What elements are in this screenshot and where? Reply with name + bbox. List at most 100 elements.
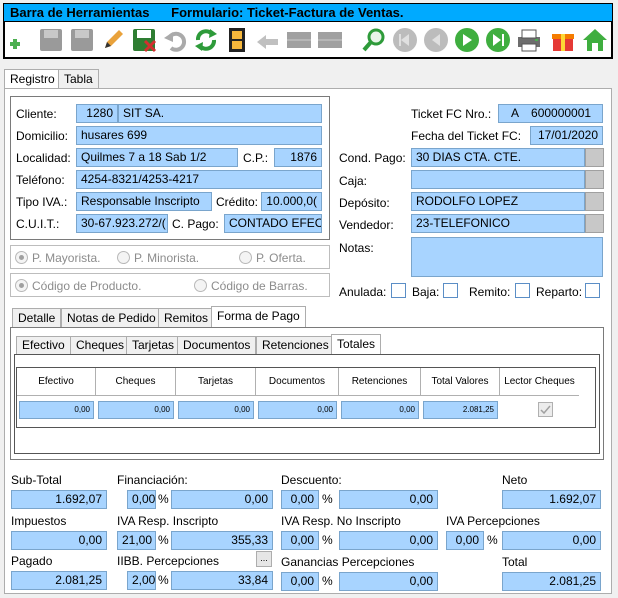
financiacion-pct-sign: %: [158, 492, 169, 506]
back-disabled-icon[interactable]: [253, 25, 283, 55]
lector-cheques-checkbox[interactable]: [538, 402, 553, 417]
tab-tarjetas[interactable]: Tarjetas: [126, 336, 181, 355]
radio-p-minorista[interactable]: [117, 251, 130, 264]
iibb-pct-field[interactable]: 2,00: [127, 571, 156, 590]
impuestos-field[interactable]: 0,00: [11, 531, 107, 550]
tab-cheques[interactable]: Cheques: [70, 336, 131, 355]
grid-header-cheques: Cheques: [96, 368, 176, 395]
p-minorista-label: P. Minorista.: [134, 251, 200, 265]
tab-efectivo[interactable]: Efectivo: [16, 336, 71, 355]
tipo-iva-field[interactable]: Responsable Inscripto: [76, 192, 212, 211]
tab-notas-pedido[interactable]: Notas de Pedido: [61, 308, 162, 328]
tab-remitos[interactable]: Remitos: [158, 308, 215, 328]
caja-lookup-button[interactable]: [585, 170, 604, 189]
cpago-field[interactable]: CONTADO EFEC: [224, 214, 322, 233]
grid-value-total-valores[interactable]: 2.081,25: [423, 401, 498, 419]
vendedor-label: Vendedor:: [339, 218, 394, 232]
deposito-field[interactable]: RODOLFO LOPEZ: [411, 192, 585, 211]
radio-p-mayorista[interactable]: [15, 251, 28, 264]
cp-field[interactable]: 1876: [274, 148, 322, 167]
grid-value-efectivo[interactable]: 0,00: [19, 401, 94, 419]
save-as-disabled-icon[interactable]: [67, 25, 97, 55]
search-icon[interactable]: [359, 25, 389, 55]
fecha-field[interactable]: 17/01/2020: [530, 126, 603, 145]
print-icon[interactable]: [514, 25, 544, 55]
cond-pago-lookup-button[interactable]: [585, 148, 604, 167]
radio-codigo-barras[interactable]: [194, 279, 207, 292]
iva-ri-field[interactable]: 355,33: [171, 531, 273, 550]
save-disabled-icon[interactable]: [36, 25, 66, 55]
radio-codigo-producto[interactable]: [15, 279, 28, 292]
subtotal-field[interactable]: 1.692,07: [11, 490, 107, 509]
refresh-icon[interactable]: [191, 25, 221, 55]
iva-perc-field[interactable]: 0,00: [502, 531, 601, 550]
tab-retenciones[interactable]: Retenciones: [256, 336, 335, 355]
descuento-pct-field[interactable]: 0,00: [281, 490, 319, 509]
vendedor-field[interactable]: 23-TELEFONICO: [411, 214, 585, 233]
iva-rni-pct-field[interactable]: 0,00: [281, 531, 319, 550]
subtotal-label: Sub-Total: [11, 473, 62, 487]
tab-documentos[interactable]: Documentos: [177, 336, 257, 355]
iva-rni-field[interactable]: 0,00: [339, 531, 438, 550]
film-icon[interactable]: [222, 25, 252, 55]
domicilio-field[interactable]: husares 699: [76, 126, 322, 145]
reparto-checkbox[interactable]: [585, 283, 600, 298]
financiacion-field[interactable]: 0,00: [171, 490, 273, 509]
save-exit-icon[interactable]: [129, 25, 159, 55]
tab-forma-pago[interactable]: Forma de Pago: [211, 306, 306, 328]
localidad-field[interactable]: Quilmes 7 a 18 Sab 1/2: [76, 148, 238, 167]
ganancias-pct-field[interactable]: 0,00: [281, 572, 319, 591]
cpago-label: C. Pago:: [172, 217, 219, 231]
home-icon[interactable]: [580, 25, 610, 55]
anulada-checkbox[interactable]: [391, 283, 406, 298]
iibb-detail-button[interactable]: ...: [256, 551, 272, 567]
vendedor-lookup-button[interactable]: [585, 214, 604, 233]
grid-value-retenciones[interactable]: 0,00: [341, 401, 419, 419]
undo-disabled-icon[interactable]: [160, 25, 190, 55]
descuento-field[interactable]: 0,00: [339, 490, 438, 509]
tab-tabla[interactable]: Tabla: [58, 69, 99, 89]
cliente-name-field[interactable]: SIT SA.: [118, 104, 322, 123]
iva-ri-pct-sign: %: [158, 533, 169, 547]
total-field[interactable]: 2.081,25: [502, 572, 601, 591]
credito-field[interactable]: 10.000,0(: [261, 192, 322, 211]
first-disabled-icon[interactable]: [390, 25, 420, 55]
tab-totales[interactable]: Totales: [331, 334, 382, 355]
neto-field[interactable]: 1.692,07: [502, 490, 601, 509]
telefono-field[interactable]: 4254-8321/4253-4217: [76, 170, 322, 189]
radio-p-oferta[interactable]: [239, 251, 252, 264]
last-icon[interactable]: [483, 25, 513, 55]
next-icon[interactable]: [452, 25, 482, 55]
baja-checkbox[interactable]: [443, 283, 458, 298]
grid-value-tarjetas[interactable]: 0,00: [178, 401, 254, 419]
cliente-label: Cliente:: [16, 107, 57, 121]
deposito-lookup-button[interactable]: [585, 192, 604, 211]
ganancias-field[interactable]: 0,00: [339, 572, 438, 591]
pagado-field[interactable]: 2.081,25: [11, 571, 107, 590]
ticket-nro-field[interactable]: A 600000001: [498, 104, 603, 123]
gift-icon[interactable]: [548, 25, 578, 55]
grid-value-documentos[interactable]: 0,00: [258, 401, 337, 419]
cuit-field[interactable]: 30-67.923.272/(: [76, 214, 168, 233]
cliente-code-field[interactable]: 1280: [76, 104, 118, 123]
tab-detalle[interactable]: Detalle: [12, 308, 62, 328]
financiacion-pct-field[interactable]: 0,00: [127, 490, 156, 509]
add-icon[interactable]: [5, 25, 35, 55]
anulada-label: Anulada:: [339, 285, 387, 299]
reparto-label: Reparto:: [536, 285, 583, 299]
iva-ri-pct-field[interactable]: 21,00: [117, 531, 156, 550]
remito-checkbox[interactable]: [515, 283, 530, 298]
edit-icon[interactable]: [98, 25, 128, 55]
grid-header-documentos: Documentos: [256, 368, 339, 395]
prev-disabled-icon[interactable]: [421, 25, 451, 55]
cond-pago-field[interactable]: 30 DIAS CTA. CTE.: [411, 148, 585, 167]
grid-value-cheques[interactable]: 0,00: [98, 401, 174, 419]
tab-registro[interactable]: Registro: [4, 69, 61, 89]
grid-disabled-icon[interactable]: [284, 25, 314, 55]
caja-field[interactable]: [411, 170, 585, 189]
grid2-disabled-icon[interactable]: [315, 25, 345, 55]
notas-field[interactable]: [411, 237, 603, 277]
neto-label: Neto: [502, 473, 528, 487]
iibb-field[interactable]: 33,84: [171, 571, 273, 590]
iva-perc-pct-field[interactable]: 0,00: [446, 531, 484, 550]
